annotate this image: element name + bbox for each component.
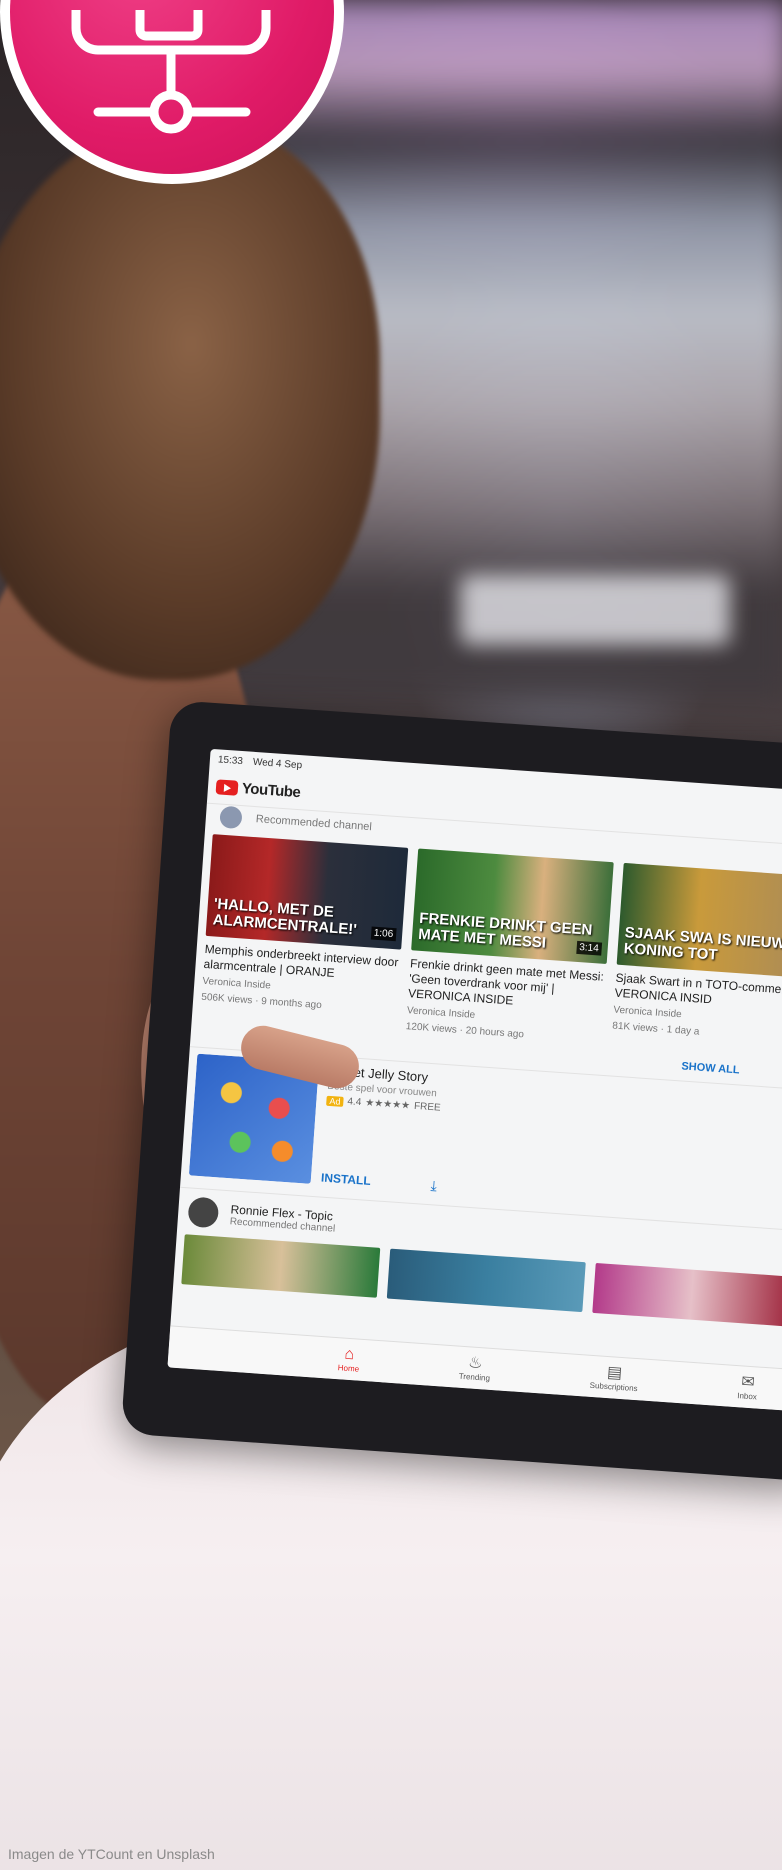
tab-inbox[interactable]: ✉ Inbox bbox=[737, 1373, 758, 1401]
tab-label: Subscriptions bbox=[589, 1380, 638, 1394]
video-card[interactable]: 'HALLO, MET DE ALARMCENTRALE!' 1:06 Memp… bbox=[200, 834, 409, 1032]
channel-subtitle: Recommended channel bbox=[255, 813, 373, 834]
install-button[interactable]: INSTALL bbox=[321, 1171, 372, 1188]
video-thumbnail[interactable]: SJAAK SWA IS NIEUWE KONING TOT bbox=[616, 862, 782, 979]
status-date: Wed 4 Sep bbox=[252, 756, 303, 771]
video-card[interactable]: SJAAK SWA IS NIEUWE KONING TOT Sjaak Swa… bbox=[611, 862, 782, 1061]
video-thumbnail[interactable]: 'HALLO, MET DE ALARMCENTRALE!' 1:06 bbox=[205, 834, 409, 950]
tab-trending[interactable]: ♨ Trending bbox=[458, 1354, 491, 1383]
tab-label: Inbox bbox=[736, 1391, 758, 1402]
video-duration: 3:14 bbox=[575, 940, 603, 956]
mail-icon: ✉ bbox=[740, 1373, 756, 1392]
youtube-play-icon[interactable] bbox=[215, 778, 239, 796]
tv-glow bbox=[460, 575, 730, 645]
ad-badge: Ad bbox=[326, 1095, 344, 1107]
flame-icon: ♨ bbox=[467, 1354, 484, 1373]
avatar[interactable] bbox=[219, 805, 243, 830]
ad-price: FREE bbox=[413, 1100, 441, 1114]
ad-info: Sweet Jelly Story Beste spel voor vrouwe… bbox=[320, 1063, 782, 1225]
bottom-tab-bar: ⌂ Home ♨ Trending ▤ Subscriptions ✉ Inbo… bbox=[167, 1325, 782, 1412]
youtube-logo-text[interactable]: YouTube bbox=[241, 780, 300, 801]
tab-label: Trending bbox=[458, 1371, 491, 1383]
video-duration: 1:06 bbox=[370, 926, 397, 942]
download-icon[interactable]: ⤓ bbox=[430, 1177, 437, 1194]
photo-credit: Imagen de YTCount en Unsplash bbox=[8, 1846, 215, 1862]
home-icon: ⌂ bbox=[343, 1345, 355, 1364]
video-thumbnail[interactable]: FRENKIE DRINKT GEEN MATE MET MESSI 3:14 bbox=[411, 848, 614, 964]
video-shelf: 'HALLO, MET DE ALARMCENTRALE!' 1:06 Memp… bbox=[192, 828, 782, 1063]
network-monitor-icon bbox=[71, 10, 271, 134]
video-card[interactable]: FRENKIE DRINKT GEEN MATE MET MESSI 3:14 … bbox=[405, 848, 614, 1047]
person-hair bbox=[0, 120, 380, 680]
tablet-screen: 15:33 Wed 4 Sep YouTube Recommended chan… bbox=[167, 748, 782, 1412]
channel-text: Ronnie Flex - Topic Recommended channel bbox=[229, 1202, 336, 1234]
subscriptions-icon: ▤ bbox=[606, 1364, 623, 1383]
tab-home[interactable]: ⌂ Home bbox=[337, 1345, 360, 1374]
background-photo: 15:33 Wed 4 Sep YouTube Recommended chan… bbox=[0, 0, 782, 1870]
status-time: 15:33 bbox=[217, 753, 244, 767]
tablet: 15:33 Wed 4 Sep YouTube Recommended chan… bbox=[120, 700, 782, 1483]
tab-label: Home bbox=[337, 1363, 360, 1374]
thumbnail-text: SJAAK SWA IS NIEUWE KONING TOT bbox=[623, 924, 782, 964]
tab-subscriptions[interactable]: ▤ Subscriptions bbox=[589, 1363, 639, 1393]
ad-rating: 4.4 bbox=[347, 1096, 362, 1109]
star-icon: ★★★★★ bbox=[364, 1097, 411, 1112]
avatar[interactable] bbox=[187, 1196, 220, 1229]
